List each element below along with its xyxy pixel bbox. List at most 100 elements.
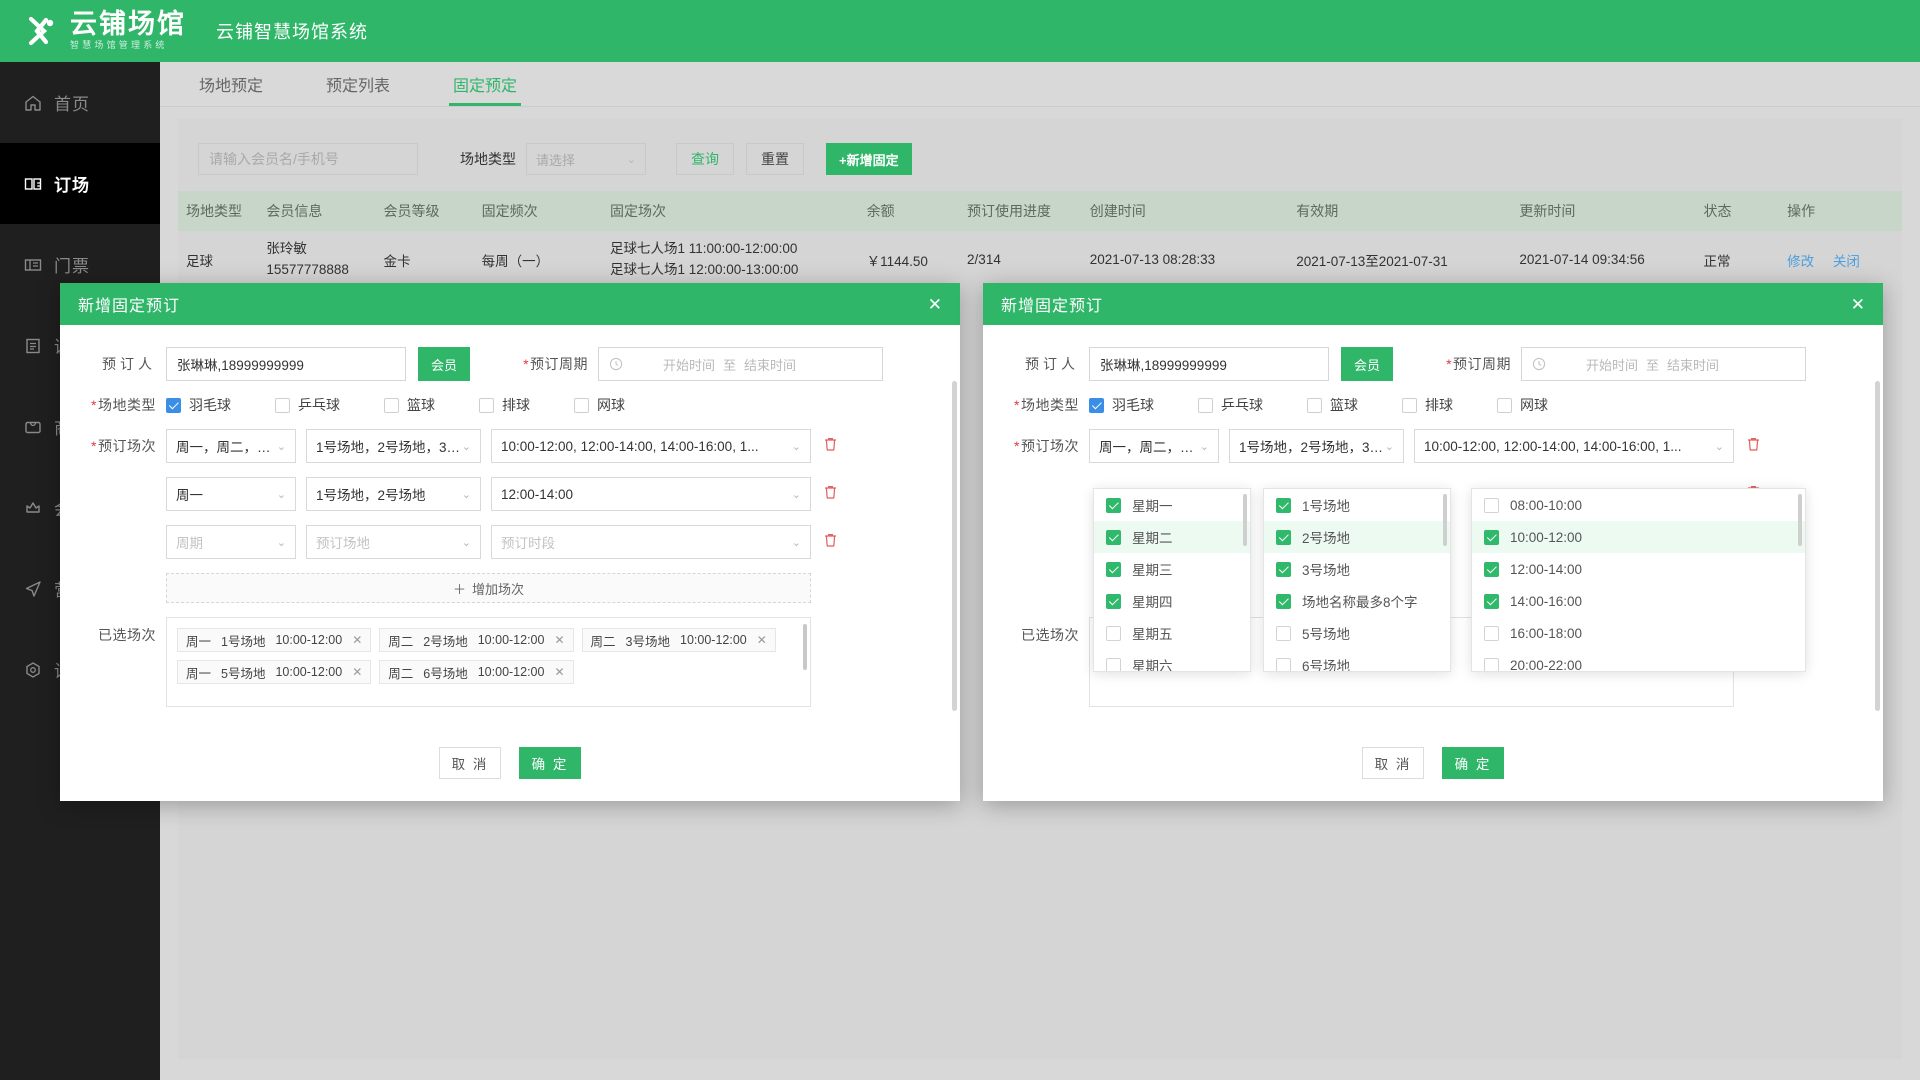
selected-session-tag[interactable]: 周二 3号场地 10:00-12:00 ✕ — [582, 628, 776, 652]
checkbox-volleyball[interactable]: 排球 — [479, 395, 530, 415]
dropdown-option-weekday[interactable]: 星期二 — [1094, 521, 1250, 553]
dropdown-option-time[interactable]: 10:00-12:00 — [1472, 521, 1805, 553]
checkbox-tennis[interactable]: 网球 — [574, 395, 625, 415]
weekday-select-1[interactable]: 周一，周二，周三... ⌄ — [1089, 429, 1219, 463]
court-select-3[interactable]: 预订场地 ⌄ — [306, 525, 481, 559]
member-button[interactable]: 会员 — [1341, 347, 1393, 381]
tag-remove-icon[interactable]: ✕ — [352, 633, 362, 647]
shop-icon — [22, 416, 44, 438]
member-button[interactable]: 会员 — [418, 347, 470, 381]
dropdown-option-time[interactable]: 14:00-16:00 — [1472, 585, 1805, 617]
weekday-select-3[interactable]: 周期 ⌄ — [166, 525, 296, 559]
dropdown-option-time[interactable]: 16:00-18:00 — [1472, 617, 1805, 649]
confirm-button[interactable]: 确 定 — [519, 747, 581, 779]
search-input[interactable] — [198, 143, 418, 175]
sidebar-item-booking[interactable]: 订场 — [0, 143, 160, 224]
checkbox-badminton[interactable]: 羽毛球 — [166, 395, 231, 415]
time-select-value: 10:00-12:00, 12:00-14:00, 14:00-16:00, 1… — [501, 439, 758, 454]
close-icon[interactable]: ✕ — [928, 296, 942, 313]
checkbox-badminton[interactable]: 羽毛球 — [1089, 395, 1154, 415]
dropdown-option-time[interactable]: 20:00-22:00 — [1472, 649, 1805, 672]
dropdown-option-time[interactable]: 08:00-10:00 — [1472, 489, 1805, 521]
dropdown-option-court[interactable]: 2号场地 — [1264, 521, 1450, 553]
logo[interactable]: 云铺场馆 智慧场馆管理系统 — [22, 10, 186, 52]
sidebar-item-home[interactable]: 首页 — [0, 62, 160, 143]
selected-session-tag[interactable]: 周二 2号场地 10:00-12:00 ✕ — [379, 628, 573, 652]
tab-fixed-booking[interactable]: 固定预定 — [449, 62, 521, 106]
tag-court: 1号场地 — [221, 631, 265, 650]
dropdown-option-weekday[interactable]: 星期六 — [1094, 649, 1250, 672]
tagbox-scrollbar[interactable] — [803, 624, 807, 670]
checkbox-tabletennis[interactable]: 乒乓球 — [275, 395, 340, 415]
cancel-button[interactable]: 取 消 — [439, 747, 501, 779]
selected-session-tag[interactable]: 周一 5号场地 10:00-12:00 ✕ — [177, 660, 371, 684]
checkbox-tabletennis[interactable]: 乒乓球 — [1198, 395, 1263, 415]
cancel-button[interactable]: 取 消 — [1362, 747, 1424, 779]
cycle-start-text: 开始时间 — [663, 355, 715, 374]
dropdown-option-court[interactable]: 3号场地 — [1264, 553, 1450, 585]
checkbox-basketball[interactable]: 篮球 — [384, 395, 435, 415]
dropdown-scrollbar[interactable] — [1798, 494, 1802, 546]
reset-button[interactable]: 重置 — [746, 143, 804, 175]
dropdown-scrollbar[interactable] — [1443, 494, 1447, 546]
cell-progress: 2/314 — [959, 231, 1082, 289]
dropdown-option-court[interactable]: 6号场地 — [1264, 649, 1450, 672]
booker-input[interactable] — [1089, 347, 1329, 381]
selected-session-tag[interactable]: 周一 1号场地 10:00-12:00 ✕ — [177, 628, 371, 652]
cycle-daterange[interactable]: 开始时间 至 结束时间 — [598, 347, 883, 381]
dropdown-scrollbar[interactable] — [1243, 494, 1247, 546]
cycle-daterange[interactable]: 开始时间 至 结束时间 — [1521, 347, 1806, 381]
dropdown-option-court[interactable]: 1号场地 — [1264, 489, 1450, 521]
cell-created-at: 2021-07-13 08:28:33 — [1082, 231, 1288, 289]
tag-remove-icon[interactable]: ✕ — [757, 633, 767, 647]
time-select-1[interactable]: 10:00-12:00, 12:00-14:00, 14:00-16:00, 1… — [1414, 429, 1734, 463]
selected-session-tag[interactable]: 周二 6号场地 10:00-12:00 ✕ — [379, 660, 573, 684]
query-button[interactable]: 查询 — [676, 143, 734, 175]
booker-input[interactable] — [166, 347, 406, 381]
table-row: 足球 张玲敏 15577778888 金卡 每周（一） 足球七人场1 11:00… — [178, 231, 1902, 289]
time-select-2[interactable]: 12:00-14:00 ⌄ — [491, 477, 811, 511]
delete-session-icon[interactable] — [823, 484, 839, 505]
dropdown-option-court[interactable]: 场地名称最多8个字 — [1264, 585, 1450, 617]
venue-type-select-value: 请选择 — [536, 150, 575, 169]
tag-remove-icon[interactable]: ✕ — [554, 665, 564, 679]
edit-link[interactable]: 修改 — [1787, 254, 1814, 269]
delete-session-icon[interactable] — [823, 532, 839, 553]
dropdown-option-time[interactable]: 12:00-14:00 — [1472, 553, 1805, 585]
add-fixed-booking-button[interactable]: +新增固定 — [826, 143, 912, 175]
checkbox-volleyball[interactable]: 排球 — [1402, 395, 1453, 415]
dialog-scrollbar[interactable] — [952, 381, 957, 711]
chevron-down-icon: ⌄ — [1715, 440, 1724, 453]
court-select-2[interactable]: 1号场地，2号场地 ⌄ — [306, 477, 481, 511]
dropdown-option-court[interactable]: 5号场地 — [1264, 617, 1450, 649]
col-progress: 预订使用进度 — [959, 191, 1082, 231]
dropdown-option-weekday[interactable]: 星期一 — [1094, 489, 1250, 521]
add-session-button[interactable]: ＋ 增加场次 — [166, 573, 811, 603]
tab-booking-list[interactable]: 预定列表 — [322, 62, 394, 106]
close-icon[interactable]: ✕ — [1851, 296, 1865, 313]
venue-type-row: *场地类型 羽毛球 乒乓球 篮球 — [78, 395, 936, 415]
time-select-3[interactable]: 预订时段 ⌄ — [491, 525, 811, 559]
checkbox-tennis[interactable]: 网球 — [1497, 395, 1548, 415]
tag-remove-icon[interactable]: ✕ — [554, 633, 564, 647]
court-select-1[interactable]: 1号场地，2号场地，3号... ⌄ — [1229, 429, 1404, 463]
weekday-select-1[interactable]: 周一，周二，周三... ⌄ — [166, 429, 296, 463]
tag-remove-icon[interactable]: ✕ — [352, 665, 362, 679]
time-select-1[interactable]: 10:00-12:00, 12:00-14:00, 14:00-16:00, 1… — [491, 429, 811, 463]
weekday-select-2[interactable]: 周一 ⌄ — [166, 477, 296, 511]
court-select-1[interactable]: 1号场地，2号场地，3号... ⌄ — [306, 429, 481, 463]
dropdown-option-weekday[interactable]: 星期三 — [1094, 553, 1250, 585]
dropdown-option-weekday[interactable]: 星期四 — [1094, 585, 1250, 617]
delete-session-icon[interactable] — [1746, 436, 1762, 457]
delete-session-icon[interactable] — [823, 436, 839, 457]
venue-type-checkbox-group: 羽毛球 乒乓球 篮球 排球 — [1089, 395, 1592, 415]
venue-type-select[interactable]: 请选择 ⌄ — [526, 143, 646, 175]
checkbox-basketball[interactable]: 篮球 — [1307, 395, 1358, 415]
dialog-scrollbar[interactable] — [1875, 381, 1880, 711]
confirm-button[interactable]: 确 定 — [1442, 747, 1504, 779]
dropdown-option-weekday[interactable]: 星期五 — [1094, 617, 1250, 649]
close-link[interactable]: 关闭 — [1833, 254, 1860, 269]
selected-sessions-box: 周一 1号场地 10:00-12:00 ✕ 周二 2号场地 10:00-12:0… — [166, 617, 811, 707]
venue-type-checkbox-group: 羽毛球 乒乓球 篮球 排球 — [166, 395, 669, 415]
tab-venue-booking[interactable]: 场地预定 — [195, 62, 267, 106]
